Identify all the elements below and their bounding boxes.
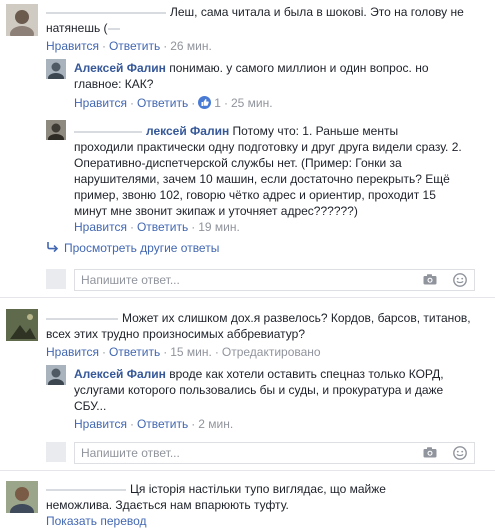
timestamp[interactable]: 19 мин. xyxy=(198,220,240,234)
reply-text-line5: пример, звоню 102, говорю чётко адрес и … xyxy=(74,188,436,202)
timestamp[interactable]: 15 мин. xyxy=(170,345,212,359)
reply-input[interactable]: Напишите ответ... xyxy=(74,442,475,464)
commenter-avatar[interactable] xyxy=(6,309,38,341)
redacted-author xyxy=(74,130,142,133)
like-link[interactable]: Нравится xyxy=(46,39,99,53)
view-more-replies[interactable]: Просмотреть другие ответы xyxy=(46,240,219,256)
redacted-emoji xyxy=(107,27,120,30)
avatar-image xyxy=(46,120,66,140)
reply-text: лексей Фалин Потому что: 1. Раньше менты xyxy=(74,123,398,139)
avatar-image xyxy=(6,309,38,341)
my-avatar xyxy=(46,269,66,289)
avatar-image xyxy=(46,365,66,385)
redacted-author xyxy=(46,11,166,14)
camera-icon[interactable] xyxy=(423,447,437,458)
redacted-author xyxy=(46,317,118,320)
like-link[interactable]: Нравится xyxy=(46,345,99,359)
comment-text: Может их слишком дох.я развелось? Кордов… xyxy=(46,310,471,326)
redacted-author xyxy=(46,488,126,491)
reply-link[interactable]: Ответить xyxy=(137,220,188,234)
timestamp[interactable]: 26 мин. xyxy=(170,39,212,53)
reply-text-line3: Оперативно-диспетчерской службы нет. (Пр… xyxy=(74,156,402,170)
thread-divider xyxy=(0,470,495,471)
reply-link[interactable]: Ответить xyxy=(109,345,160,359)
smiley-icon[interactable] xyxy=(453,446,467,460)
edited-label[interactable]: Отредактировано xyxy=(222,345,321,359)
reply-text-line3: СБУ... xyxy=(74,399,107,413)
commenter-avatar[interactable] xyxy=(6,4,38,36)
avatar-image xyxy=(46,59,66,79)
comment-text-line2: неможлива. Здається нам впарюють туфту. xyxy=(46,498,289,512)
comment-actions: Нравится · Ответить · 26 мин. xyxy=(46,39,212,53)
comment-text-line2: натянешь ( xyxy=(46,20,124,36)
reply-avatar[interactable] xyxy=(46,59,66,79)
timestamp[interactable]: 25 мин. xyxy=(231,96,273,110)
reply-text-line6: минут мне звонит экипаж и уточняет адрес… xyxy=(74,204,358,218)
commenter-avatar[interactable] xyxy=(6,481,38,513)
reply-actions: Нравится · Ответить · 2 мин. xyxy=(74,417,234,431)
timestamp[interactable]: 2 мин. xyxy=(198,417,233,431)
like-thumb-icon xyxy=(198,96,212,109)
like-count[interactable]: 1 xyxy=(198,96,221,110)
like-link[interactable]: Нравится xyxy=(74,96,127,110)
reply-text-line4: нарушителями, зачем 10 машин, если доста… xyxy=(74,172,450,186)
like-link[interactable]: Нравится xyxy=(74,220,127,234)
author-name[interactable]: Алексей Фалин xyxy=(74,61,166,75)
my-avatar xyxy=(46,442,66,462)
author-name[interactable]: Алексей Фалин xyxy=(74,367,166,381)
reply-text-line2: услугами которого пользовались бы и суды… xyxy=(74,383,444,397)
author-name[interactable]: лексей Фалин xyxy=(146,124,229,138)
comment-text: Ця історія настільки тупо виглядає, що м… xyxy=(46,481,386,497)
reply-arrow-icon xyxy=(47,242,59,253)
avatar-image xyxy=(6,4,38,36)
like-link[interactable]: Нравится xyxy=(74,417,127,431)
reply-actions: Нравится · Ответить · 1 · 25 мин. xyxy=(74,96,273,110)
reply-avatar[interactable] xyxy=(46,120,66,140)
reply-link[interactable]: Ответить xyxy=(137,417,188,431)
smiley-icon[interactable] xyxy=(453,273,467,287)
reply-text: Алексей Фалин вроде как хотели оставить … xyxy=(74,367,444,381)
reply-avatar[interactable] xyxy=(46,365,66,385)
reply-text-line2: проходили практически одну подготовку и … xyxy=(74,140,462,154)
reply-actions: Нравится · Ответить · 19 мин. xyxy=(74,220,240,234)
avatar-image xyxy=(6,481,38,513)
comment-text: Леш, сама читала и была в шокові. Это на… xyxy=(46,4,464,20)
reply-link[interactable]: Ответить xyxy=(137,96,188,110)
comment-text-line2: всех этих трудно произносимых аббревиату… xyxy=(46,327,306,341)
reply-link[interactable]: Ответить xyxy=(109,39,160,53)
show-translation-link[interactable]: Показать перевод xyxy=(46,514,147,528)
thread-divider xyxy=(0,297,495,298)
comment-actions: Нравится · Ответить · 15 мин. · Отредактирован… xyxy=(46,345,321,359)
reply-text: Алексей Фалин понимаю. у самого миллион … xyxy=(74,61,429,75)
comment-actions: Показать перевод xyxy=(46,513,147,529)
reply-input[interactable]: Напишите ответ... xyxy=(74,269,475,291)
camera-icon[interactable] xyxy=(423,274,437,285)
reply-text-line2: главное: КАК? xyxy=(74,77,154,91)
